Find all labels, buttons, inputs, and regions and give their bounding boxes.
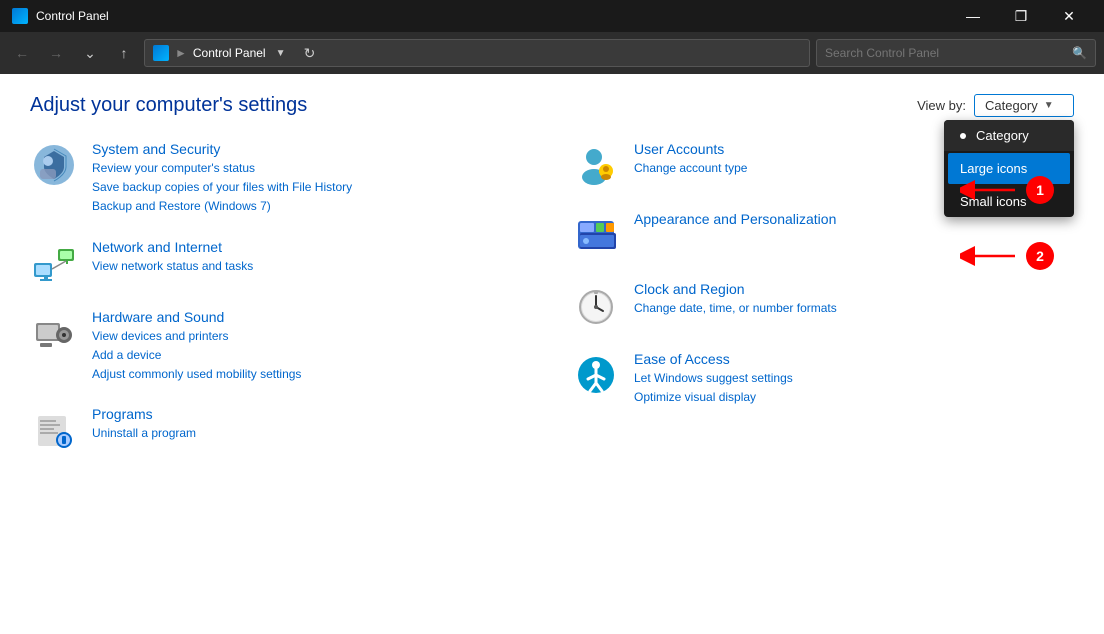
title-bar-left: Control Panel (12, 8, 109, 24)
category-clock: Clock and Region Change date, time, or n… (572, 281, 1074, 329)
category-appearance: Appearance and Personalization (572, 211, 1074, 259)
clock-title[interactable]: Clock and Region (634, 281, 745, 297)
dropdown-arrow-icon: ▼ (1044, 100, 1054, 111)
view-by-value: Category (985, 98, 1038, 113)
hardware-link-3[interactable]: Adjust commonly used mobility settings (92, 365, 532, 384)
system-security-info: System and Security Review your computer… (92, 141, 532, 217)
address-icon (153, 45, 169, 61)
close-button[interactable]: ✕ (1046, 0, 1092, 32)
clock-info: Clock and Region Change date, time, or n… (634, 281, 1074, 318)
clock-icon (572, 281, 620, 329)
menu-item-small-icons[interactable]: Small icons (944, 186, 1074, 217)
ease-link-1[interactable]: Let Windows suggest settings (634, 369, 1074, 388)
ease-link-2[interactable]: Optimize visual display (634, 388, 1074, 407)
left-column: System and Security Review your computer… (30, 141, 532, 476)
minimize-button[interactable]: — (950, 0, 996, 32)
refresh-button[interactable]: ↻ (296, 39, 324, 67)
view-by-dropdown[interactable]: Category ▼ (974, 94, 1074, 117)
address-field[interactable]: ► Control Panel ▼ ↻ (144, 39, 810, 67)
network-info: Network and Internet View network status… (92, 239, 532, 276)
hardware-link-1[interactable]: View devices and printers (92, 327, 532, 346)
address-separator: ► (175, 46, 187, 60)
dropdown-button[interactable]: ⌄ (76, 39, 104, 67)
window-controls: — ❐ ✕ (950, 0, 1092, 32)
view-by-label: View by: (917, 98, 966, 113)
hardware-title[interactable]: Hardware and Sound (92, 309, 224, 325)
address-bar: ← → ⌄ ↑ ► Control Panel ▼ ↻ 🔍 (0, 32, 1104, 74)
category-programs: Programs Uninstall a program (30, 406, 532, 454)
address-dropdown-btn[interactable]: ▼ (272, 48, 290, 59)
main-content: Adjust your computer's settings View by:… (0, 74, 1104, 634)
breadcrumb-text: Control Panel (193, 46, 266, 60)
clock-link-1[interactable]: Change date, time, or number formats (634, 299, 1074, 318)
hardware-info: Hardware and Sound View devices and prin… (92, 309, 532, 385)
app-icon (12, 8, 28, 24)
forward-button[interactable]: → (42, 39, 70, 67)
view-by-container: View by: Category ▼ Category Large icons… (917, 94, 1074, 117)
menu-item-category-label: Category (976, 128, 1029, 143)
view-by-menu: Category Large icons Small icons (944, 120, 1074, 217)
category-system-security: System and Security Review your computer… (30, 141, 532, 217)
menu-item-small-icons-label: Small icons (960, 194, 1026, 209)
category-ease: Ease of Access Let Windows suggest setti… (572, 351, 1074, 407)
ease-icon (572, 351, 620, 399)
window-title: Control Panel (36, 9, 109, 23)
system-security-link-1[interactable]: Review your computer's status (92, 159, 532, 178)
hardware-icon (30, 309, 78, 357)
maximize-button[interactable]: ❐ (998, 0, 1044, 32)
ease-info: Ease of Access Let Windows suggest setti… (634, 351, 1074, 407)
network-icon (30, 239, 78, 287)
system-security-link-2[interactable]: Save backup copies of your files with Fi… (92, 178, 532, 197)
programs-link-1[interactable]: Uninstall a program (92, 424, 532, 443)
search-icon: 🔍 (1072, 46, 1087, 60)
title-bar: Control Panel — ❐ ✕ (0, 0, 1104, 32)
appearance-icon (572, 211, 620, 259)
page-title: Adjust your computer's settings (30, 94, 307, 117)
categories-grid: System and Security Review your computer… (30, 141, 1074, 476)
search-input[interactable] (825, 46, 1066, 60)
ease-title[interactable]: Ease of Access (634, 351, 730, 367)
network-link-1[interactable]: View network status and tasks (92, 257, 532, 276)
programs-title[interactable]: Programs (92, 406, 153, 422)
search-box[interactable]: 🔍 (816, 39, 1096, 67)
programs-icon (30, 406, 78, 454)
user-accounts-title[interactable]: User Accounts (634, 141, 724, 157)
category-network: Network and Internet View network status… (30, 239, 532, 287)
selected-dot (960, 133, 966, 139)
page-header: Adjust your computer's settings View by:… (30, 94, 1074, 117)
menu-item-large-icons-label: Large icons (960, 161, 1027, 176)
back-button[interactable]: ← (8, 39, 36, 67)
menu-item-large-icons[interactable]: Large icons (948, 153, 1070, 184)
hardware-link-2[interactable]: Add a device (92, 346, 532, 365)
appearance-title[interactable]: Appearance and Personalization (634, 211, 836, 227)
system-security-title[interactable]: System and Security (92, 141, 220, 157)
user-accounts-icon (572, 141, 620, 189)
up-button[interactable]: ↑ (110, 39, 138, 67)
system-security-icon (30, 141, 78, 189)
category-hardware: Hardware and Sound View devices and prin… (30, 309, 532, 385)
menu-item-category[interactable]: Category (944, 120, 1074, 151)
network-title[interactable]: Network and Internet (92, 239, 222, 255)
system-security-link-3[interactable]: Backup and Restore (Windows 7) (92, 197, 532, 216)
programs-info: Programs Uninstall a program (92, 406, 532, 443)
